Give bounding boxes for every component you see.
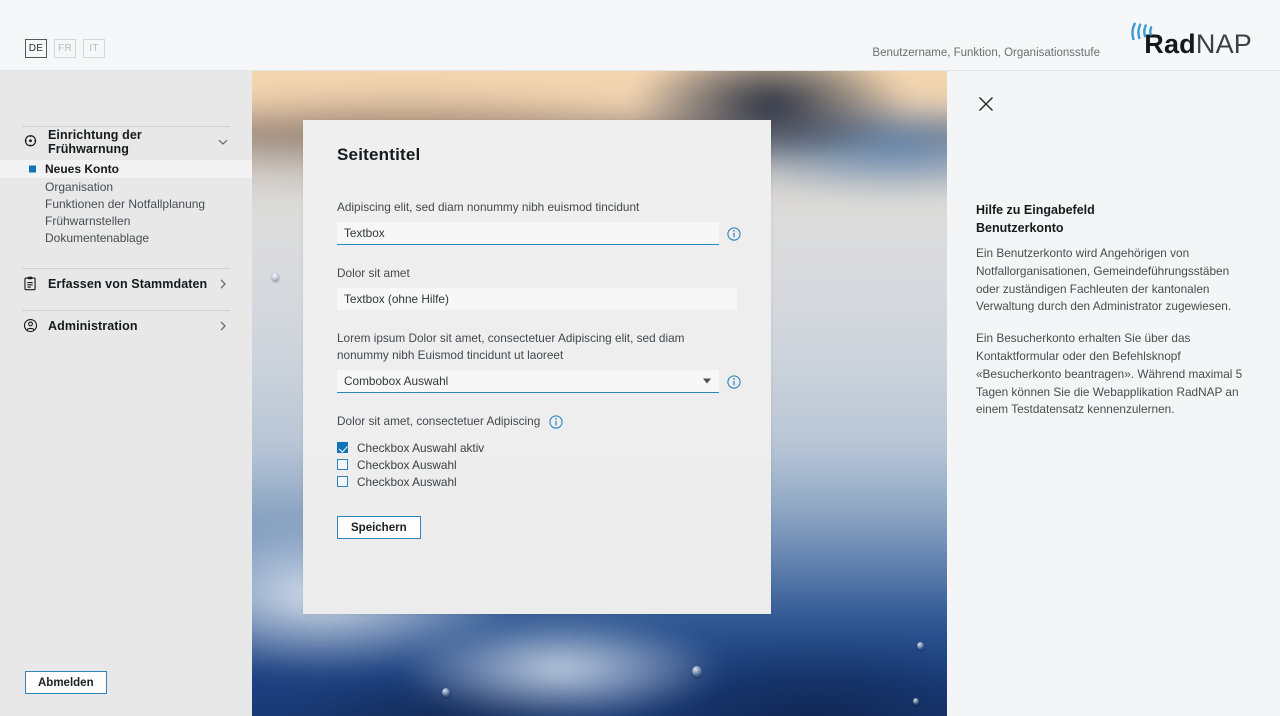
user-circle-icon xyxy=(22,318,38,334)
checkbox-unchecked-icon[interactable] xyxy=(337,476,348,487)
sidebar-item-label: Funktionen der Notfallplanung xyxy=(45,196,206,211)
sidebar-group-label: Administration xyxy=(48,318,138,333)
water-droplet xyxy=(442,688,450,697)
help-paragraph-2: Ein Besucherkonto erhalten Sie über das … xyxy=(976,331,1243,417)
checkbox-unchecked-icon[interactable] xyxy=(337,459,348,470)
form-body: Adipiscing elit, sed diam nonummy nibh e… xyxy=(337,199,741,539)
chevron-right-icon[interactable] xyxy=(216,277,230,291)
sidebar-group-label: Erfassen von Stammdaten xyxy=(48,276,208,291)
water-droplet xyxy=(692,666,702,677)
sidebar-group-label: Einrichtung der Frühwarnung xyxy=(48,127,142,156)
save-button[interactable]: Speichern xyxy=(337,516,421,539)
logo-text-light: NAP xyxy=(1195,29,1252,59)
water-droplet xyxy=(272,273,279,281)
form-card: Seitentitel Adipiscing elit, sed diam no… xyxy=(303,120,771,614)
help-title-line-1: Hilfe zu Eingabefeld xyxy=(976,203,1095,217)
help-panel-body: Ein Benutzerkonto wird Angehörigen von N… xyxy=(976,245,1244,419)
info-circle-icon[interactable] xyxy=(549,414,563,429)
checkbox-option-2[interactable]: Checkbox Auswahl xyxy=(337,456,741,473)
help-paragraph-1: Ein Benutzerkonto wird Angehörigen von N… xyxy=(976,246,1232,314)
sidebar: Einrichtung der Frühwarnung Neues Konto … xyxy=(0,71,252,716)
help-title-line-2: Benutzerkonto xyxy=(976,220,1064,235)
close-icon[interactable] xyxy=(976,94,996,114)
checkbox-option-label: Checkbox Auswahl xyxy=(357,457,457,472)
sidebar-item-label: Organisation xyxy=(45,179,114,194)
sidebar-group-stammdaten[interactable]: Erfassen von Stammdaten xyxy=(22,268,230,298)
chevron-down-icon[interactable] xyxy=(703,378,711,384)
checkbox-option-1[interactable]: Checkbox Auswahl aktiv xyxy=(337,439,741,456)
checkbox-option-label: Checkbox Auswahl aktiv xyxy=(357,440,485,455)
form-field-1: Adipiscing elit, sed diam nonummy nibh e… xyxy=(337,199,741,245)
combobox-value: Combobox Auswahl xyxy=(344,374,449,388)
lang-button-de[interactable]: DE xyxy=(25,39,47,58)
form-field-3-combobox[interactable]: Combobox Auswahl xyxy=(337,370,719,393)
lang-button-it[interactable]: IT xyxy=(83,39,105,58)
language-switcher[interactable]: DE FR IT xyxy=(25,39,105,58)
page-title: Seitentitel xyxy=(337,145,421,164)
app-logo: RadNAP xyxy=(1122,14,1252,60)
lang-button-fr[interactable]: FR xyxy=(54,39,76,58)
sidebar-item-fruehwarnstellen[interactable]: Frühwarnstellen xyxy=(0,212,252,229)
sidebar-item-dokumentenablage[interactable]: Dokumentenablage xyxy=(0,229,252,246)
app-header: DE FR IT Benutzername, Funktion, Organis… xyxy=(0,0,1280,71)
water-droplet xyxy=(917,642,924,650)
user-info-label: Benutzername, Funktion, Organisationsstu… xyxy=(872,47,1100,59)
nav-group-stammdaten: Erfassen von Stammdaten xyxy=(0,268,252,298)
sidebar-group-fruehwarnung[interactable]: Einrichtung der Frühwarnung xyxy=(22,126,230,156)
sidebar-submenu-fruehwarnung: Neues Konto Organisation Funktionen der … xyxy=(0,156,252,256)
form-field-3: Lorem ipsum Dolor sit amet, consectetuer… xyxy=(337,330,741,393)
form-field-1-input[interactable] xyxy=(337,222,719,245)
sidebar-item-label: Neues Konto xyxy=(45,162,120,176)
checkbox-group: Dolor sit amet, consectetuer Adipiscing … xyxy=(337,413,741,490)
form-field-2-input[interactable] xyxy=(337,288,737,310)
checkbox-option-label: Checkbox Auswahl xyxy=(357,474,457,489)
info-circle-icon[interactable] xyxy=(727,374,741,389)
active-bullet-icon xyxy=(29,165,36,173)
water-droplet xyxy=(913,698,919,705)
info-circle-icon[interactable] xyxy=(727,226,741,241)
nav-group-administration: Administration xyxy=(0,310,252,340)
form-field-2: Dolor sit amet xyxy=(337,265,741,310)
checkbox-group-label: Dolor sit amet, consectetuer Adipiscing xyxy=(337,414,541,428)
form-field-2-label: Dolor sit amet xyxy=(337,266,410,280)
checkbox-checked-icon[interactable] xyxy=(337,442,348,453)
nav-group-fruehwarnung: Einrichtung der Frühwarnung Neues Konto … xyxy=(0,126,252,256)
sidebar-item-label: Dokumentenablage xyxy=(45,230,150,245)
help-panel-title: Hilfe zu Eingabefeld Benutzerkonto xyxy=(976,202,1241,237)
sidebar-item-label: Frühwarnstellen xyxy=(45,213,131,228)
sidebar-item-organisation[interactable]: Organisation xyxy=(0,178,252,195)
sidebar-group-administration[interactable]: Administration xyxy=(22,310,230,340)
sidebar-item-funktionen-notfallplanung[interactable]: Funktionen der Notfallplanung xyxy=(0,195,252,212)
checkbox-option-3[interactable]: Checkbox Auswahl xyxy=(337,473,741,490)
chevron-down-icon[interactable] xyxy=(216,135,230,149)
location-pin-icon xyxy=(22,134,38,150)
form-field-3-label: Lorem ipsum Dolor sit amet, consectetuer… xyxy=(337,331,685,362)
sidebar-item-neues-konto[interactable]: Neues Konto xyxy=(0,160,252,178)
form-field-1-label: Adipiscing elit, sed diam nonummy nibh e… xyxy=(337,200,640,214)
help-panel: Hilfe zu Eingabefeld Benutzerkonto Ein B… xyxy=(947,71,1280,716)
logout-button[interactable]: Abmelden xyxy=(25,671,107,694)
logo-wordmark: RadNAP xyxy=(1144,31,1252,58)
clipboard-icon xyxy=(22,276,38,292)
radio-wave-icon xyxy=(1124,14,1158,45)
chevron-right-icon[interactable] xyxy=(216,319,230,333)
